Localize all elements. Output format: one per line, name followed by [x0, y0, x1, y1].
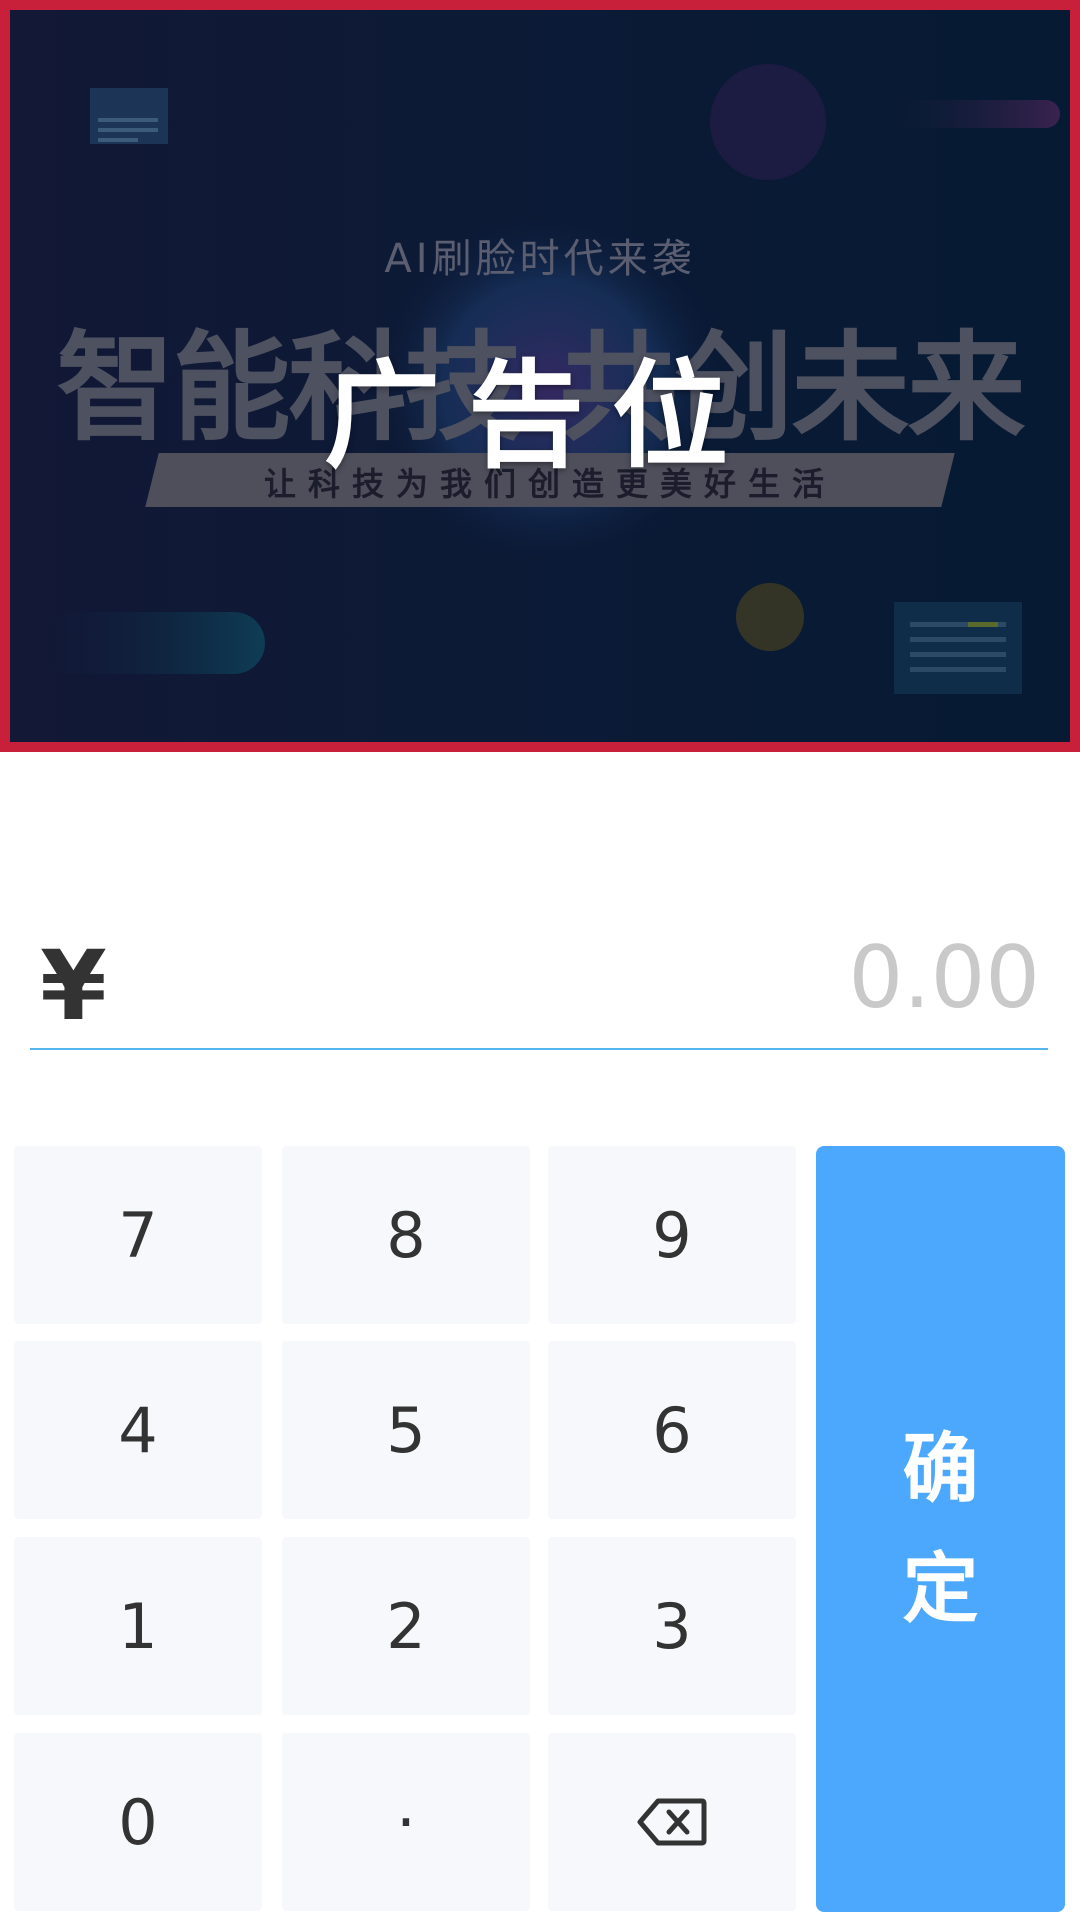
key-1[interactable]: 1 — [14, 1537, 262, 1715]
backspace-icon — [637, 1798, 707, 1846]
ad-placeholder-label: 广告位 — [324, 349, 756, 484]
backspace-key[interactable] — [548, 1733, 796, 1911]
currency-symbol: ¥ — [40, 930, 107, 1042]
key-5[interactable]: 5 — [282, 1341, 530, 1519]
key-4[interactable]: 4 — [14, 1341, 262, 1519]
amount-input[interactable] — [340, 928, 1040, 1028]
key-9[interactable]: 9 — [548, 1146, 796, 1324]
key-0[interactable]: 0 — [14, 1733, 262, 1911]
key-6[interactable]: 6 — [548, 1341, 796, 1519]
key-7[interactable]: 7 — [14, 1146, 262, 1324]
confirm-button[interactable]: 确定 — [816, 1146, 1065, 1912]
ad-banner[interactable]: AI刷脸时代来袭 智能科技 共创未来 让科技为我们创造更美好生活 广告位 — [0, 0, 1080, 752]
key-2[interactable]: 2 — [282, 1537, 530, 1715]
key-3[interactable]: 3 — [548, 1537, 796, 1715]
confirm-label: 确定 — [902, 1424, 979, 1633]
key-8[interactable]: 8 — [282, 1146, 530, 1324]
ad-subtitle: AI刷脸时代来袭 — [384, 236, 696, 282]
amount-field: ¥ — [30, 910, 1048, 1050]
key-decimal[interactable]: · — [282, 1733, 530, 1911]
